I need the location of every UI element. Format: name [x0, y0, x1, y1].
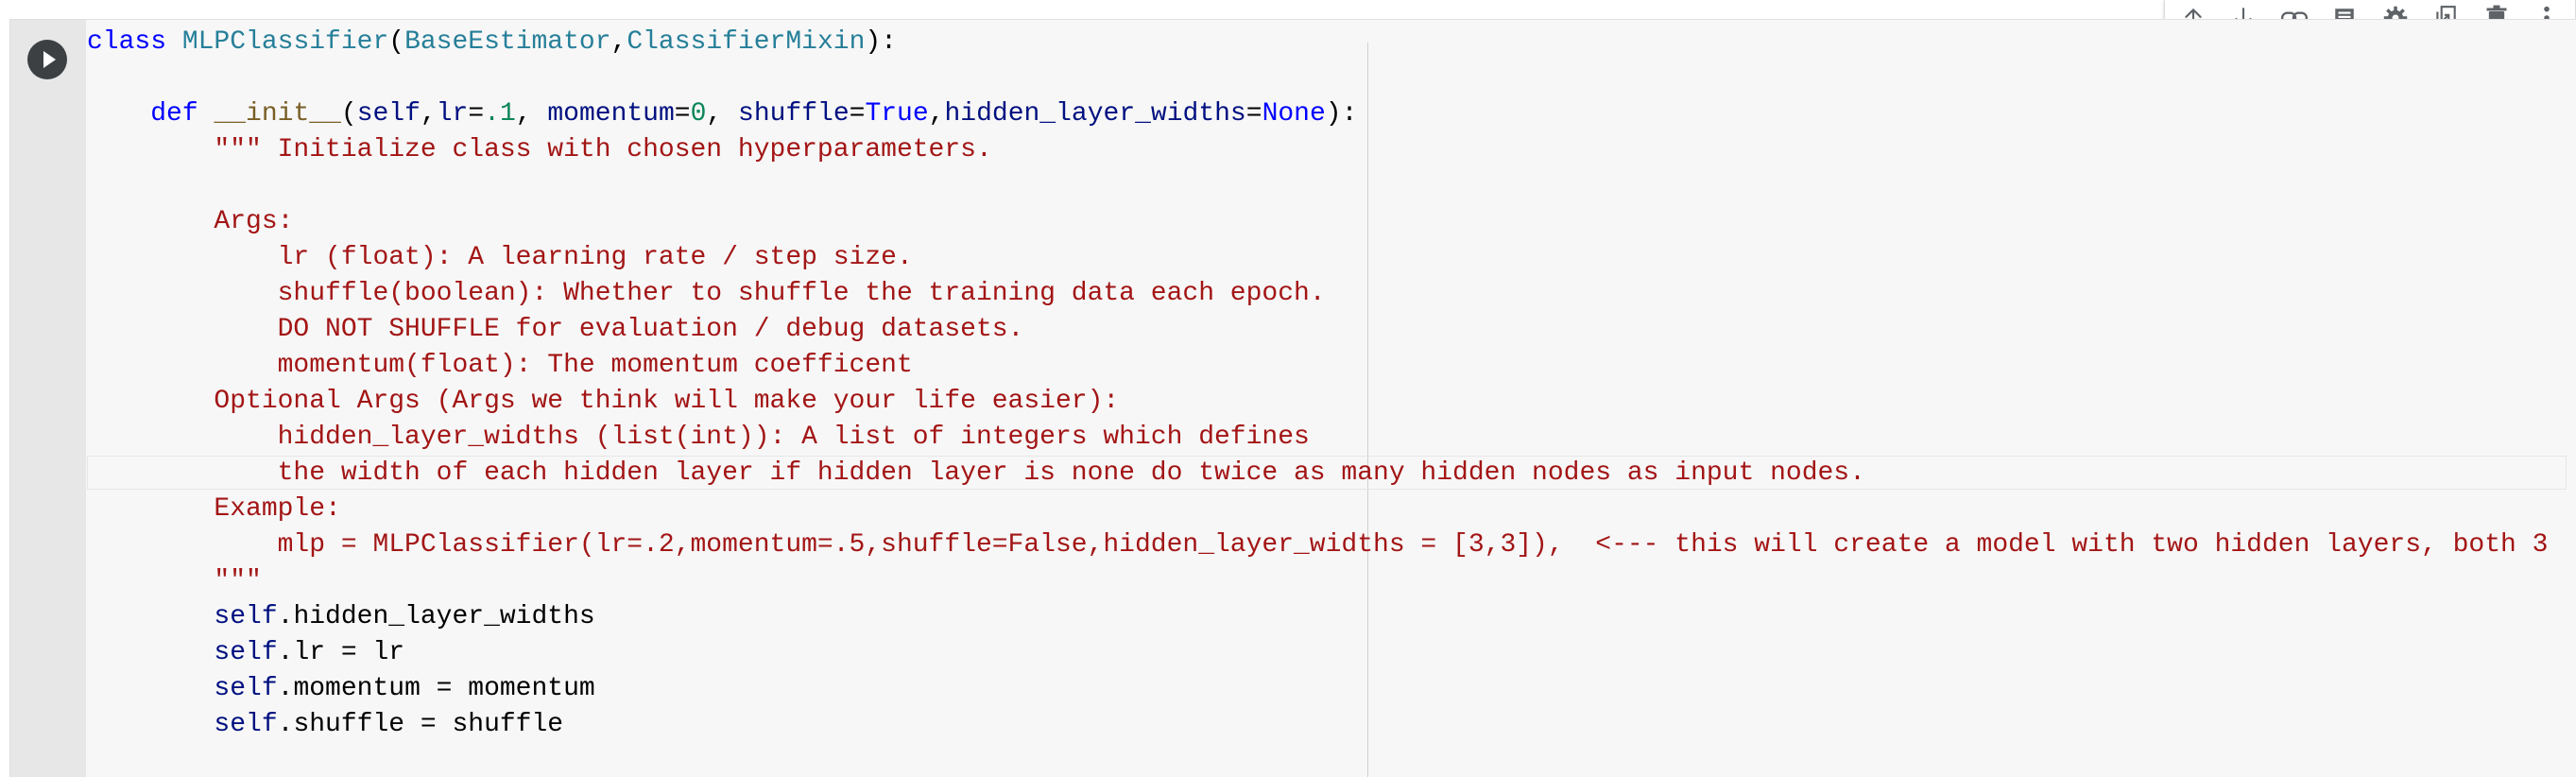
- docstring-line: mlp = MLPClassifier(lr=.2,momentum=.5,sh…: [87, 530, 2549, 560]
- punct: ,: [610, 27, 627, 57]
- code-line-assign: self.momentum = momentum: [87, 671, 2563, 707]
- self-keyword: self: [214, 602, 278, 631]
- code-line-init-def: def __init__(self,lr=.1, momentum=0, shu…: [87, 96, 2563, 132]
- base-class: BaseEstimator: [404, 27, 611, 57]
- code-line-assign: self.lr = lr: [87, 635, 2563, 671]
- param: lr: [436, 99, 469, 129]
- punct: ):: [865, 27, 897, 57]
- play-icon: [43, 51, 56, 68]
- docstring-line: the width of each hidden layer if hidden…: [87, 458, 1865, 488]
- cell-gutter: [10, 20, 86, 777]
- self-keyword: self: [214, 710, 278, 739]
- self-keyword: self: [214, 638, 278, 667]
- punct: =: [849, 99, 866, 129]
- docstring-line: Optional Args (Args we think will make y…: [87, 387, 1120, 416]
- number: 0: [690, 99, 707, 129]
- punct: ,: [928, 99, 945, 129]
- punct: (: [388, 27, 405, 57]
- class-name: MLPClassifier: [181, 27, 389, 57]
- docstring-line: """ Initialize class with chosen hyperpa…: [87, 135, 992, 164]
- keyword: def: [150, 99, 198, 129]
- punct: ,: [515, 99, 548, 129]
- statement: .shuffle = shuffle: [277, 710, 564, 739]
- keyword: class: [87, 27, 167, 57]
- param: shuffle: [738, 99, 850, 129]
- statement: .hidden_layer_widths: [277, 602, 595, 631]
- code-line-class-def: class MLPClassifier(BaseEstimator,Classi…: [87, 25, 2563, 60]
- statement: .momentum = momentum: [277, 674, 595, 703]
- param: hidden_layer_widths: [944, 99, 1246, 129]
- punct: =: [674, 99, 691, 129]
- punct: =: [468, 99, 485, 129]
- docstring-line: momentum(float): The momentum coefficent: [87, 351, 913, 380]
- punct: (: [340, 99, 357, 129]
- run-cell-button[interactable]: [27, 40, 67, 79]
- constant: True: [865, 99, 929, 129]
- punct: ,: [420, 99, 437, 129]
- param: self: [356, 99, 421, 129]
- code-line-assign: self.hidden_layer_widths: [87, 599, 2563, 635]
- docstring-line: Args:: [87, 207, 294, 236]
- punct: ):: [1325, 99, 1358, 129]
- docstring-line: DO NOT SHUFFLE for evaluation / debug da…: [87, 315, 1024, 344]
- function-name: __init__: [214, 99, 341, 129]
- notebook-page: class MLPClassifier(BaseEstimator,Classi…: [0, 0, 2576, 777]
- docstring-line: """: [87, 566, 262, 596]
- number: .1: [484, 99, 516, 129]
- constant: None: [1262, 99, 1326, 129]
- param: momentum: [547, 99, 675, 129]
- statement: .lr = lr: [277, 638, 405, 667]
- code-editor[interactable]: class MLPClassifier(BaseEstimator,Classi…: [87, 25, 2563, 758]
- punct: =: [1245, 99, 1262, 129]
- docstring-line: Example:: [87, 494, 341, 524]
- docstring-line: [87, 168, 2563, 204]
- docstring-line: shuffle(boolean): Whether to shuffle the…: [87, 279, 1326, 308]
- docstring-line: lr (float): A learning rate / step size.: [87, 243, 913, 272]
- docstring-line: hidden_layer_widths (list(int)): A list …: [87, 423, 1310, 452]
- base-class: ClassifierMixin: [627, 27, 866, 57]
- punct: ,: [706, 99, 739, 129]
- self-keyword: self: [214, 674, 278, 703]
- code-line-assign: self.shuffle = shuffle: [87, 707, 2563, 743]
